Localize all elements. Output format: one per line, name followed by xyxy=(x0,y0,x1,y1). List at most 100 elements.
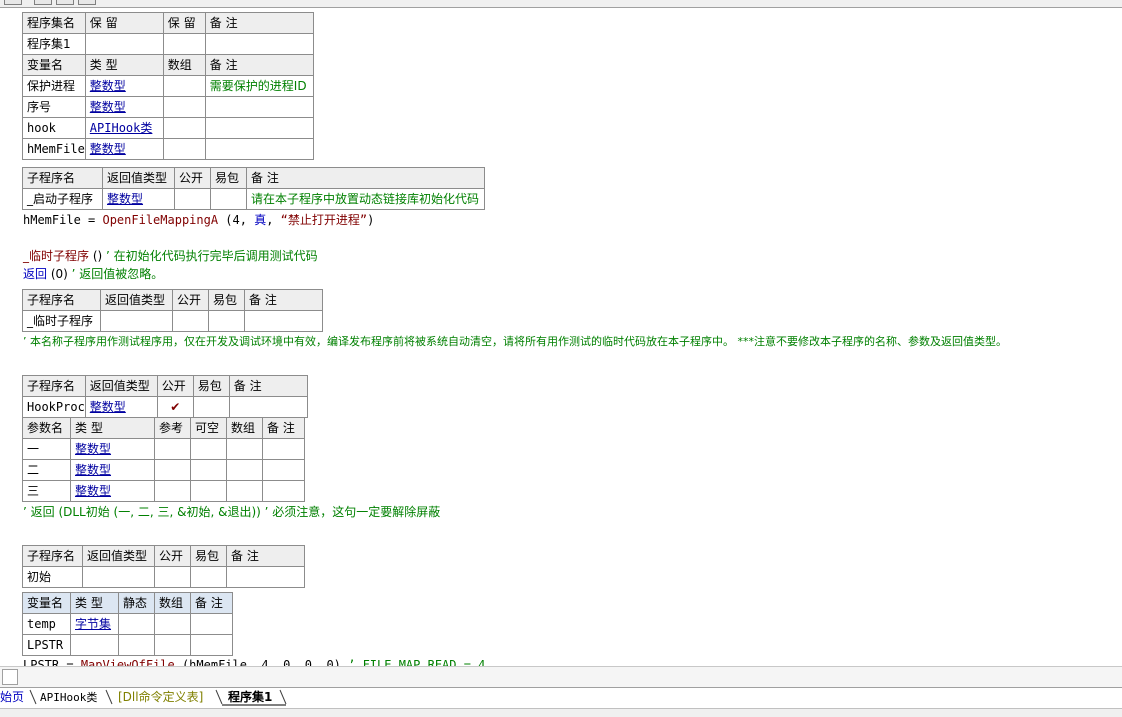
sub-name[interactable]: _临时子程序 xyxy=(22,310,101,332)
local-array[interactable] xyxy=(154,634,191,656)
sub-return-type[interactable] xyxy=(100,310,173,332)
table-row[interactable]: temp 字节集 xyxy=(22,613,233,635)
sub-row[interactable]: _启动子程序 整数型 请在本子程序中放置动态链接库初始化代码 xyxy=(22,188,485,210)
code-line[interactable]: 返回 (0) ’ 返回值被忽略。 xyxy=(23,266,163,282)
sub-public[interactable] xyxy=(172,310,209,332)
sub-public[interactable] xyxy=(174,188,211,210)
table-row[interactable]: LPSTR xyxy=(22,634,233,656)
table-row[interactable]: 三 整数型 xyxy=(22,480,305,502)
local-static[interactable] xyxy=(118,613,155,635)
window-button[interactable] xyxy=(34,0,52,5)
table-row[interactable]: hMemFile 整数型 xyxy=(22,138,314,160)
horizontal-scrollbar[interactable] xyxy=(0,666,1122,687)
local-type[interactable]: 字节集 xyxy=(70,613,119,635)
var-array[interactable] xyxy=(162,117,206,139)
window-button[interactable] xyxy=(78,0,96,5)
header-cell: 易包 xyxy=(190,545,227,567)
table-row[interactable]: 一 整数型 xyxy=(22,438,305,460)
sub-comment[interactable] xyxy=(228,396,308,418)
sub-name[interactable]: _启动子程序 xyxy=(22,188,103,210)
code-line[interactable]: _临时子程序 () ’ 在初始化代码执行完毕后调用测试代码 xyxy=(23,248,318,264)
cell[interactable] xyxy=(84,33,164,55)
cell[interactable] xyxy=(204,33,314,55)
param-nullable[interactable] xyxy=(190,438,227,460)
local-name[interactable]: LPSTR xyxy=(22,634,71,656)
param-type[interactable]: 整数型 xyxy=(70,480,155,502)
var-type[interactable]: 整数型 xyxy=(84,138,164,160)
var-type[interactable]: 整数型 xyxy=(84,96,164,118)
sub-public[interactable] xyxy=(154,566,191,588)
sub-name[interactable]: 初始 xyxy=(22,566,83,588)
param-comment[interactable] xyxy=(262,480,305,502)
local-comment[interactable] xyxy=(190,634,233,656)
sub-package[interactable] xyxy=(192,396,230,418)
table-row[interactable]: 保护进程 整数型 需要保护的进程ID xyxy=(22,75,314,97)
local-comment[interactable] xyxy=(190,613,233,635)
code-comment[interactable]: ’ 返回 (DLL初始 (一, 二, 三, &初始, &退出)) ’ 必须注意，… xyxy=(23,504,440,520)
table-row[interactable]: 序号 整数型 xyxy=(22,96,314,118)
sub-package[interactable] xyxy=(190,566,227,588)
sub-comment[interactable]: 请在本子程序中放置动态链接库初始化代码 xyxy=(246,188,485,210)
var-header-row: 变量名 类 型 数组 备 注 xyxy=(22,54,314,76)
code-line[interactable]: hMemFile = OpenFileMappingA (4, 真, “禁止打开… xyxy=(23,212,374,228)
code-editor[interactable]: 程序集名 保 留 保 留 备 注 程序集1 变量名 类 型 数组 备 注 保护进… xyxy=(0,8,1122,666)
sub-public-checkbox[interactable]: ✔ xyxy=(156,396,194,418)
var-name[interactable]: hook xyxy=(22,117,86,139)
param-array[interactable] xyxy=(226,438,263,460)
table-row[interactable]: 二 整数型 xyxy=(22,459,305,481)
code-args: (4, xyxy=(218,213,255,227)
sub-row[interactable]: HookProc 整数型 ✔ xyxy=(22,396,308,418)
sub-header-row: 子程序名 返回值类型 公开 易包 备 注 xyxy=(22,167,485,189)
var-type[interactable]: 整数型 xyxy=(84,75,164,97)
local-type[interactable] xyxy=(70,634,119,656)
local-name[interactable]: temp xyxy=(22,613,71,635)
param-ref[interactable] xyxy=(154,480,191,502)
var-comment[interactable] xyxy=(204,117,314,139)
param-ref[interactable] xyxy=(154,438,191,460)
var-name[interactable]: hMemFile xyxy=(22,138,86,160)
sub-package[interactable] xyxy=(210,188,247,210)
param-nullable[interactable] xyxy=(190,459,227,481)
sub-return-type[interactable]: 整数型 xyxy=(84,396,158,418)
window-button[interactable] xyxy=(4,0,22,5)
sub-row[interactable]: 初始 xyxy=(22,566,305,588)
var-name[interactable]: 保护进程 xyxy=(22,75,86,97)
param-name[interactable]: 二 xyxy=(22,459,71,481)
param-type[interactable]: 整数型 xyxy=(70,438,155,460)
code-comment[interactable]: ’ 本名称子程序用作测试程序用，仅在开发及调试环境中有效，编译发布程序前将被系统… xyxy=(23,334,1007,350)
param-ref[interactable] xyxy=(154,459,191,481)
param-name[interactable]: 一 xyxy=(22,438,71,460)
var-array[interactable] xyxy=(162,96,206,118)
var-type[interactable]: APIHook类 xyxy=(84,117,164,139)
var-comment[interactable]: 需要保护的进程ID xyxy=(204,75,314,97)
sub-comment[interactable] xyxy=(244,310,323,332)
table-row[interactable]: hook APIHook类 xyxy=(22,117,314,139)
var-array[interactable] xyxy=(162,138,206,160)
sub-comment[interactable] xyxy=(226,566,305,588)
local-static[interactable] xyxy=(118,634,155,656)
var-comment[interactable] xyxy=(204,96,314,118)
sub-init-table: 子程序名 返回值类型 公开 易包 备 注 初始 xyxy=(22,545,305,588)
var-comment[interactable] xyxy=(204,138,314,160)
local-array[interactable] xyxy=(154,613,191,635)
code-line[interactable]: LPSTR = MapViewOfFile (hMemFile, 4, 0, 0… xyxy=(23,657,485,666)
param-array[interactable] xyxy=(226,480,263,502)
cell[interactable] xyxy=(162,33,206,55)
scroll-box[interactable] xyxy=(2,669,18,685)
sub-row[interactable]: _临时子程序 xyxy=(22,310,323,332)
param-comment[interactable] xyxy=(262,438,305,460)
param-comment[interactable] xyxy=(262,459,305,481)
param-name[interactable]: 三 xyxy=(22,480,71,502)
sub-name[interactable]: HookProc xyxy=(22,396,86,418)
window-button[interactable] xyxy=(56,0,74,5)
sub-return-type[interactable] xyxy=(82,566,155,588)
assembly-row[interactable]: 程序集1 xyxy=(22,33,314,55)
sub-return-type[interactable]: 整数型 xyxy=(102,188,175,210)
var-array[interactable] xyxy=(162,75,206,97)
assembly-name[interactable]: 程序集1 xyxy=(22,33,86,55)
sub-package[interactable] xyxy=(208,310,245,332)
param-nullable[interactable] xyxy=(190,480,227,502)
param-array[interactable] xyxy=(226,459,263,481)
var-name[interactable]: 序号 xyxy=(22,96,86,118)
param-type[interactable]: 整数型 xyxy=(70,459,155,481)
